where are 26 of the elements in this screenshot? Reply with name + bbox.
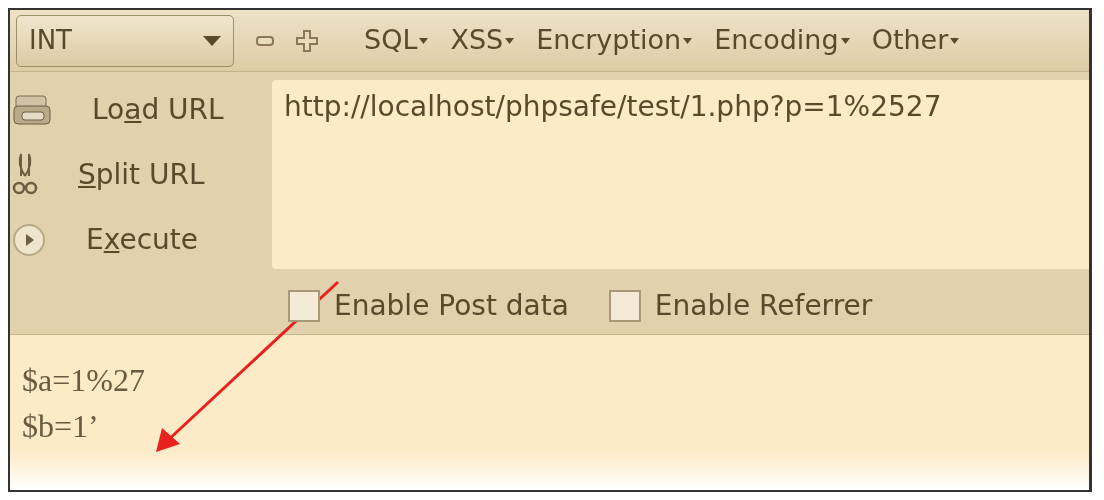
play-icon: [12, 222, 46, 257]
url-field[interactable]: http://localhost/phpsafe/test/1.php?p=1%2527: [272, 80, 1089, 269]
caret-icon: [683, 37, 693, 44]
caret-icon: [419, 37, 429, 44]
action-button[interactable]: Split URL: [10, 151, 272, 198]
action-button[interactable]: Load URL: [10, 88, 272, 131]
checkbox-label: Enable Post data: [334, 287, 569, 324]
menu-button[interactable]: Other: [871, 20, 960, 61]
output-line: $b=1’: [22, 407, 100, 447]
checkbox[interactable]: [288, 289, 320, 322]
action-button[interactable]: Execute: [10, 218, 272, 261]
menu-button[interactable]: Encryption: [536, 20, 693, 61]
checkbox-label: Enable Referrer: [654, 287, 873, 324]
checkbox[interactable]: [608, 289, 641, 322]
caret-icon: [505, 37, 515, 44]
plus-icon[interactable]: [296, 29, 318, 52]
menu-button[interactable]: SQL: [364, 20, 429, 61]
menu-button[interactable]: Encoding: [714, 20, 850, 61]
caret-icon: [950, 37, 960, 44]
caret-icon: [840, 37, 850, 44]
printer-icon: [12, 93, 52, 126]
mode-select[interactable]: INT: [16, 14, 234, 67]
dropdown-arrow-icon: [203, 35, 221, 46]
minus-icon[interactable]: [256, 35, 274, 46]
output-line: $a=1%27: [22, 361, 146, 400]
menu-button[interactable]: XSS: [450, 20, 515, 61]
